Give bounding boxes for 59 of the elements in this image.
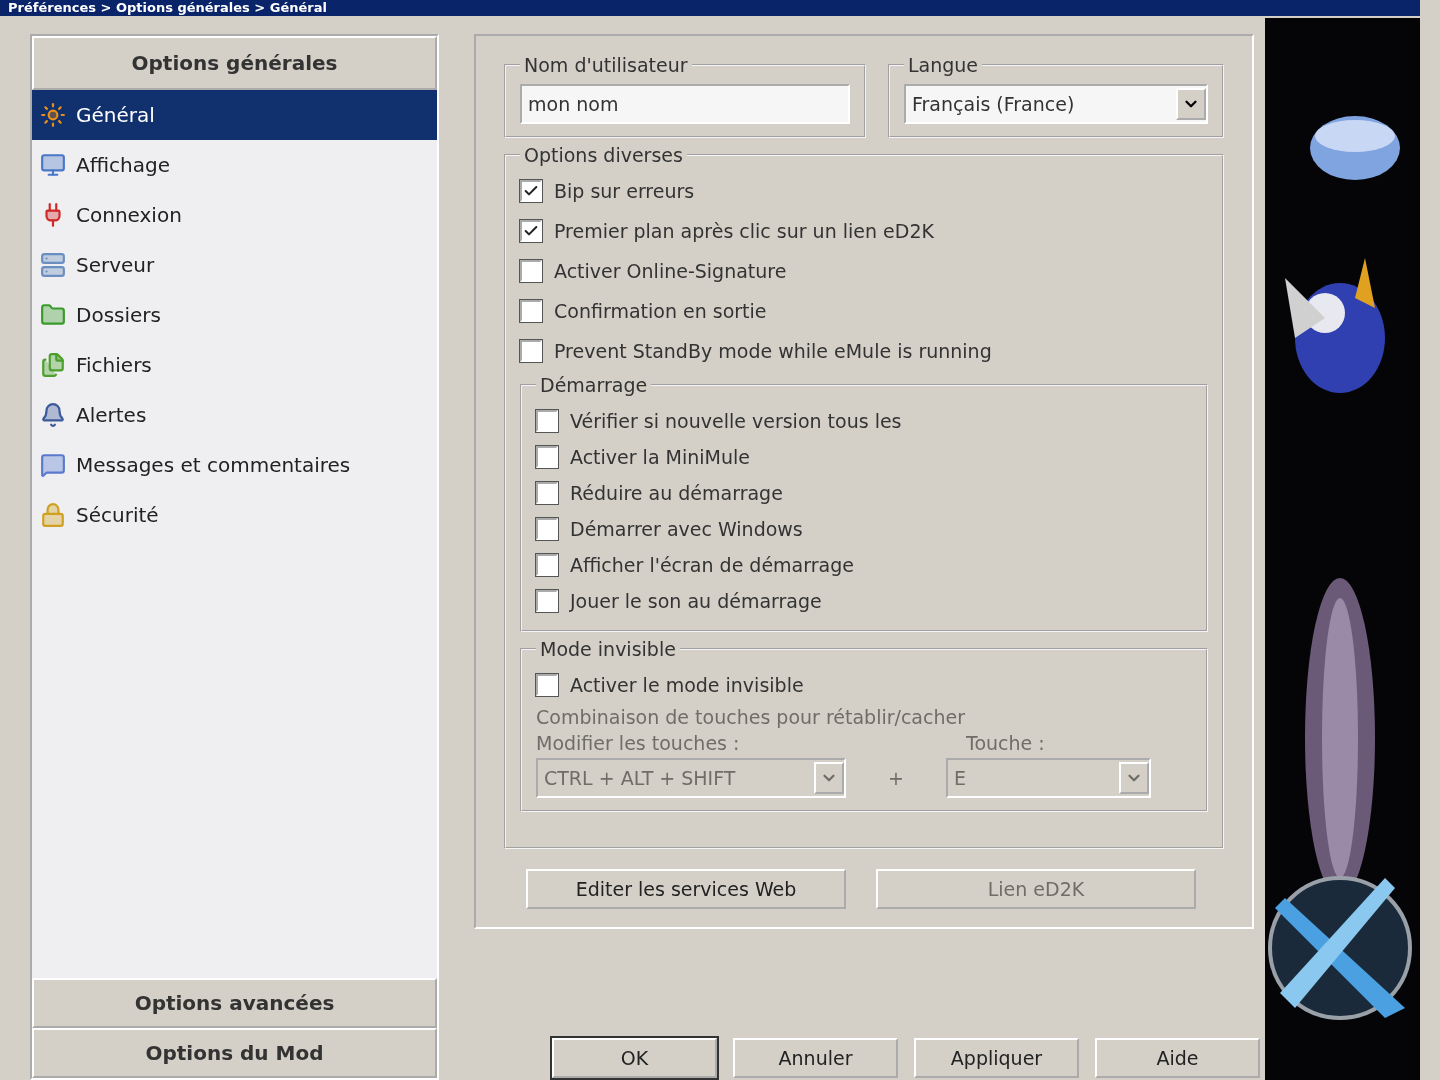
key-label: Touche :	[966, 732, 1045, 754]
checkbox-option[interactable]: Premier plan après clic sur un lien eD2K	[520, 214, 1208, 248]
checkbox-option[interactable]: Afficher l'écran de démarrage	[536, 548, 1192, 582]
sidebar-item[interactable]: Messages et commentaires	[32, 440, 437, 490]
monitor-icon	[40, 152, 66, 178]
server-icon	[40, 252, 66, 278]
sidebar-item[interactable]: Affichage	[32, 140, 437, 190]
checkbox[interactable]	[536, 554, 558, 576]
checkbox[interactable]	[536, 482, 558, 504]
checkbox[interactable]	[520, 340, 542, 362]
web-button[interactable]: Editer les services Web	[526, 869, 846, 909]
checkbox-option[interactable]: Confirmation en sortie	[520, 294, 1208, 328]
checkbox[interactable]	[536, 590, 558, 612]
group-label: Langue	[907, 54, 980, 76]
group-label: Mode invisible	[539, 638, 677, 660]
sidebar-item[interactable]: Connexion	[32, 190, 437, 240]
bell-icon	[40, 402, 66, 428]
group-label: Nom d'utilisateur	[523, 54, 689, 76]
checkbox-option[interactable]: Bip sur erreurs	[520, 174, 1208, 208]
group-label: Options diverses	[523, 144, 684, 166]
checkbox-option[interactable]: Activer Online-Signature	[520, 254, 1208, 288]
dialog-button[interactable]: Appliquer	[914, 1038, 1079, 1078]
checkbox-option[interactable]: Réduire au démarrage	[536, 476, 1192, 510]
username-field[interactable]: mon nom	[520, 84, 850, 124]
dialog-button[interactable]: Aide	[1095, 1038, 1260, 1078]
group-label: Démarrage	[539, 374, 649, 396]
checkbox[interactable]	[536, 446, 558, 468]
sidebar-item[interactable]: Serveur	[32, 240, 437, 290]
section-button[interactable]: Options avancées	[32, 978, 437, 1028]
files-icon	[40, 352, 66, 378]
checkbox-option[interactable]: Vérifier si nouvelle version tous les	[536, 404, 1192, 438]
checkbox-option[interactable]: Démarrer avec Windows	[536, 512, 1192, 546]
plus-sign: +	[887, 767, 905, 789]
checkbox[interactable]	[520, 260, 542, 282]
sun-icon	[40, 102, 66, 128]
sidebar-item[interactable]: Dossiers	[32, 290, 437, 340]
checkbox[interactable]	[536, 410, 558, 432]
checkbox[interactable]	[536, 518, 558, 540]
sidebar-item[interactable]: Fichiers	[32, 340, 437, 390]
sidebar-item[interactable]: Alertes	[32, 390, 437, 440]
sidebar-item[interactable]: Sécurité	[32, 490, 437, 540]
modifier-label: Modifier les touches :	[536, 732, 741, 754]
language-dropdown[interactable]: Français (France)	[904, 84, 1208, 124]
dialog-button[interactable]: Annuler	[733, 1038, 898, 1078]
checkbox[interactable]	[520, 220, 542, 242]
hotkey-label: Combinaison de touches pour rétablir/cacher	[536, 706, 966, 728]
sidebar-header[interactable]: Options générales	[32, 36, 437, 90]
checkbox[interactable]	[520, 300, 542, 322]
lock-icon	[40, 502, 66, 528]
checkbox[interactable]	[520, 180, 542, 202]
dialog-button[interactable]: OK	[552, 1038, 717, 1078]
window-title: Préférences > Options générales > Général	[0, 0, 1420, 16]
checkbox-option[interactable]: Prevent StandBy mode while eMule is running	[520, 334, 1208, 368]
message-icon	[40, 452, 66, 478]
sidebar-item[interactable]: Général	[32, 90, 437, 140]
section-button[interactable]: Options du Mod	[32, 1028, 437, 1078]
checkbox-option[interactable]: Activer la MiniMule	[536, 440, 1192, 474]
folder-icon	[40, 302, 66, 328]
checkbox-option[interactable]: Jouer le son au démarrage	[536, 584, 1192, 618]
